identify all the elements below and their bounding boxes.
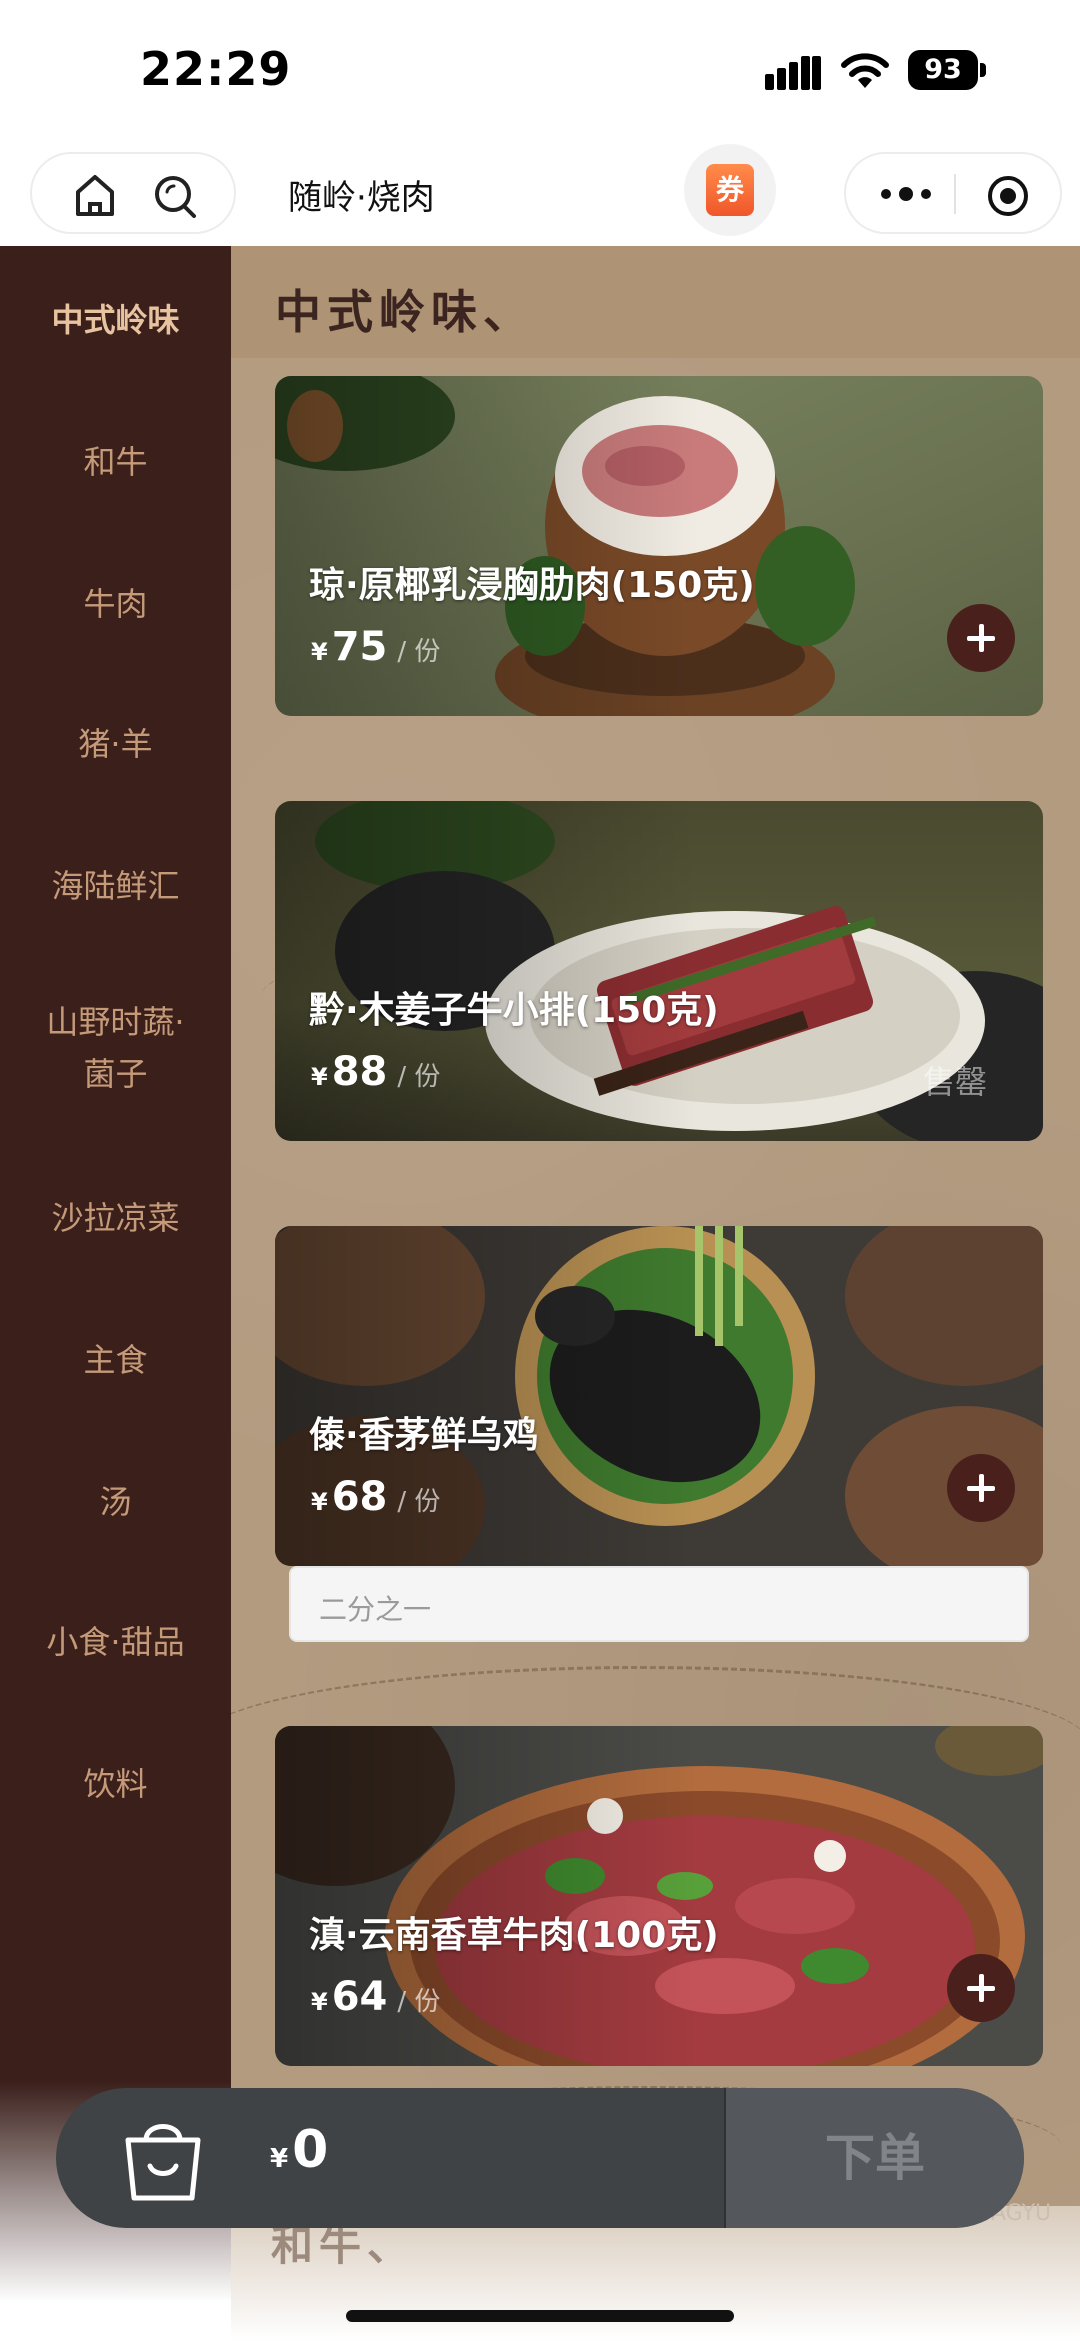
coupon-icon: 券: [706, 164, 754, 216]
status-bar: 22:29 93: [0, 0, 1080, 140]
checkout-button[interactable]: 下单: [724, 2088, 1024, 2228]
nav-right-capsule: [844, 152, 1062, 234]
section-title: 中式岭味、: [275, 285, 535, 339]
cellular-signal-icon: [765, 56, 821, 90]
sidebar-item-niurou[interactable]: 牛肉: [0, 578, 231, 630]
product-name: 傣·香茅鲜乌鸡: [309, 1415, 539, 1456]
cart-total: ¥0: [270, 2120, 329, 2180]
sidebar-item-hailuxianhui[interactable]: 海陆鲜汇: [0, 860, 231, 912]
coupon-button[interactable]: 券: [684, 144, 776, 236]
product-card[interactable]: 琼·原椰乳浸胸肋肉(150克) ¥75/ 份: [275, 376, 1043, 716]
product-card[interactable]: 滇·云南香草牛肉(100克) ¥64/ 份: [275, 1726, 1043, 2066]
search-icon[interactable]: [150, 172, 200, 218]
add-to-cart-button[interactable]: [947, 1454, 1015, 1522]
page-title: 随岭·烧肉: [288, 178, 435, 218]
home-indicator: [346, 2310, 734, 2322]
sidebar-item-heniu[interactable]: 和牛: [0, 436, 231, 488]
spec-tag: 二分之一: [289, 1566, 1029, 1642]
sidebar-item-yinliao[interactable]: 饮料: [0, 1758, 231, 1810]
shopping-bag-icon[interactable]: [116, 2114, 210, 2204]
product-name: 黔·木姜子牛小排(150克): [309, 990, 719, 1031]
sidebar-item-shanyeshishu-junzi[interactable]: 山野时蔬· 菌子: [0, 996, 231, 1100]
product-name: 琼·原椰乳浸胸肋肉(150克): [309, 565, 755, 606]
product-list[interactable]: 中式岭味、 琼·原椰乳浸胸肋肉(150克) ¥75/ 份 黔·木姜子牛小排(15…: [231, 246, 1080, 2341]
capsule-divider: [954, 174, 956, 214]
sidebar-item-tang[interactable]: 汤: [0, 1476, 231, 1528]
product-card[interactable]: 傣·香茅鲜乌鸡 ¥68/ 份: [275, 1226, 1043, 1566]
product-price: ¥64/ 份: [311, 1974, 441, 2020]
sidebar-item-zhushi[interactable]: 主食: [0, 1334, 231, 1386]
battery-level: 93: [908, 50, 978, 90]
close-miniprogram-icon[interactable]: [986, 174, 1030, 218]
sidebar-item-xiaoshi-tianpin[interactable]: 小食·甜品: [0, 1616, 231, 1668]
wifi-icon: [841, 53, 889, 88]
add-to-cart-button[interactable]: [947, 1954, 1015, 2022]
sold-out-label: 售罄: [923, 1063, 988, 1101]
product-price: ¥68/ 份: [311, 1474, 441, 1520]
add-to-cart-button[interactable]: [947, 604, 1015, 672]
status-time: 22:29: [140, 42, 292, 96]
spec-text: 二分之一: [319, 1593, 432, 1626]
sidebar-item-zhongshilingwei[interactable]: 中式岭味: [0, 294, 231, 346]
battery-icon: 93: [908, 50, 986, 90]
nav-left-capsule: [30, 152, 236, 234]
product-name: 滇·云南香草牛肉(100克): [309, 1915, 719, 1956]
sidebar-item-zhu-yang[interactable]: 猪·羊: [0, 718, 231, 770]
cart-bar: ¥0 下单: [56, 2088, 1024, 2228]
product-card[interactable]: 黔·木姜子牛小排(150克) ¥88/ 份 售罄: [275, 801, 1043, 1141]
category-sidebar: 中式岭味 和牛 牛肉 猪·羊 海陆鲜汇 山野时蔬· 菌子 沙拉凉菜 主食 汤 小…: [0, 246, 231, 2341]
sidebar-item-shalaliangcai[interactable]: 沙拉凉菜: [0, 1192, 231, 1244]
product-price: ¥88/ 份: [311, 1049, 441, 1095]
home-icon[interactable]: [70, 172, 120, 218]
more-icon[interactable]: [876, 176, 936, 212]
section-header: 中式岭味、: [231, 246, 1080, 358]
nav-bar: 随岭·烧肉 券: [0, 140, 1080, 246]
product-price: ¥75/ 份: [311, 624, 441, 670]
